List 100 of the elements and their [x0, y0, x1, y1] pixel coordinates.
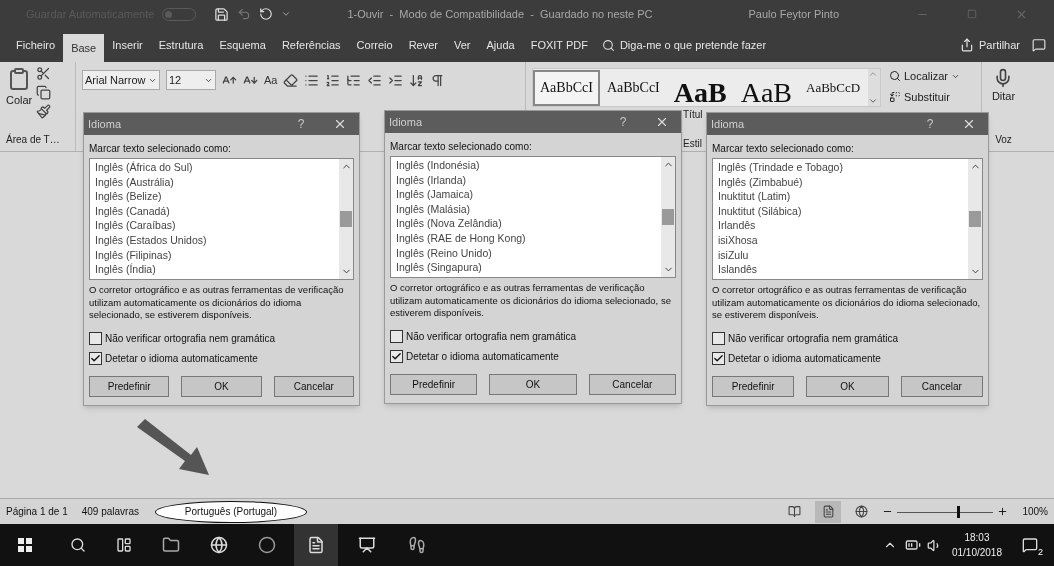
- search-icon[interactable]: [70, 537, 86, 553]
- cut-icon[interactable]: [36, 66, 52, 81]
- language-option[interactable]: Inglês (Malásia): [396, 201, 661, 217]
- language-list[interactable]: Inglês (Indonésia) Inglês (Irlanda) Inglês (Jamaica) Inglês (Malásia) Inglês (Nova Zelândia) Inglês (RAE de Hong Kong) Inglês (Reino Unido) Inglês (Singapura): [390, 156, 676, 278]
- folder-icon[interactable]: [162, 536, 180, 554]
- ribbon-tab[interactable]: Referências: [273, 31, 349, 59]
- task-view-icon[interactable]: [116, 537, 132, 553]
- ribbon-tab[interactable]: FOXIT PDF: [522, 31, 596, 59]
- format-painter-icon[interactable]: [36, 104, 52, 119]
- scroll-thumb[interactable]: [340, 211, 352, 227]
- language-option[interactable]: Inglês (Indonésia): [396, 158, 661, 173]
- language-option[interactable]: isiZulu: [718, 247, 968, 263]
- dialog-button[interactable]: Cancelar: [900, 375, 983, 397]
- checkbox[interactable]: [89, 351, 102, 365]
- language-option[interactable]: Inglês (Caraíbas): [95, 218, 339, 233]
- style-option[interactable]: AaB: [666, 69, 734, 106]
- language-option[interactable]: Irlandês: [718, 218, 968, 233]
- dialog-button[interactable]: OK: [806, 375, 889, 397]
- language-option[interactable]: Inglês (Belize): [95, 189, 339, 204]
- language-option[interactable]: Inglês (África do Sul): [95, 160, 339, 175]
- bullets-icon[interactable]: [304, 72, 320, 88]
- language-option[interactable]: Inglês (RAE de Hong Kong): [396, 230, 661, 246]
- sort-icon[interactable]: [409, 72, 425, 88]
- find-button[interactable]: Localizar: [889, 68, 981, 85]
- dialog-button[interactable]: OK: [489, 373, 577, 395]
- checkbox[interactable]: [712, 331, 725, 345]
- ribbon-tab[interactable]: Ver: [446, 31, 479, 59]
- checkbox[interactable]: [89, 331, 102, 345]
- ribbon-tab[interactable]: Ficheiro: [8, 31, 64, 59]
- checkbox[interactable]: [390, 349, 403, 363]
- language-option[interactable]: Inglês (Estados Unidos): [95, 232, 339, 248]
- language-option[interactable]: Inglês (Filipinas): [95, 247, 339, 263]
- zoom-slider[interactable]: [897, 505, 994, 518]
- style-option[interactable]: AaBbCcD: [799, 69, 868, 106]
- comments-icon[interactable]: [1032, 38, 1046, 52]
- ribbon-tab[interactable]: Base: [63, 34, 105, 62]
- clear-formatting-icon[interactable]: [283, 72, 299, 88]
- slider-thumb[interactable]: [957, 505, 961, 518]
- language-option[interactable]: Inglês (Nova Zelândia): [396, 216, 661, 231]
- close-icon[interactable]: [655, 115, 669, 129]
- dialog-button[interactable]: Cancelar: [273, 375, 354, 397]
- ribbon-tab[interactable]: Rever: [400, 31, 446, 59]
- save-icon[interactable]: [214, 6, 230, 22]
- close-icon[interactable]: [962, 117, 976, 131]
- decrease-indent-icon[interactable]: [367, 72, 383, 88]
- web-layout-icon[interactable]: [855, 505, 869, 518]
- clock[interactable]: 18:03 01/10/2018: [951, 530, 1002, 560]
- language-option[interactable]: isiXhosa: [718, 232, 968, 248]
- undo-icon[interactable]: [237, 7, 252, 21]
- dialog-button[interactable]: Cancelar: [588, 373, 676, 395]
- language-list[interactable]: Inglês (África do Sul) Inglês (Austrália) Inglês (Belize) Inglês (Canadá) Inglês (Caraíbas) Inglês (Estados Unidos) Inglês (Filipinas) Inglês (Índia): [89, 158, 354, 280]
- dictate-button[interactable]: Ditar: [991, 68, 1016, 105]
- language-option[interactable]: Inglês (Irlanda): [396, 172, 661, 188]
- language-option[interactable]: Inglês (Trindade e Tobago): [718, 160, 968, 175]
- presentation-app-icon[interactable]: [358, 536, 376, 554]
- checkbox[interactable]: [390, 329, 403, 343]
- font-dropdown[interactable]: Arial Narrow: [82, 70, 160, 90]
- language-list[interactable]: Inglês (Trindade e Tobago) Inglês (Zimbabué) Inuktitut (Latim) Inuktitut (Silábica) Irlandês isiXhosa isiZulu Islandês: [712, 158, 983, 280]
- style-option[interactable]: AaB: [733, 69, 799, 106]
- ribbon-tab[interactable]: Esquema: [211, 31, 274, 59]
- language-option[interactable]: Islandês: [718, 262, 968, 277]
- copy-icon[interactable]: [36, 85, 52, 100]
- change-case-button[interactable]: Aa: [264, 71, 278, 89]
- close-icon[interactable]: [333, 117, 347, 131]
- numbering-icon[interactable]: [325, 72, 341, 88]
- replace-button[interactable]: Substituir: [889, 88, 981, 105]
- help-button[interactable]: ?: [918, 115, 942, 133]
- scrollbar[interactable]: [339, 159, 353, 279]
- print-layout-button[interactable]: [815, 500, 842, 523]
- style-option[interactable]: AaBbCcI: [599, 69, 667, 106]
- language-option[interactable]: Inglês (Canadá): [95, 203, 339, 219]
- language-option[interactable]: Inglês (Singapura): [396, 260, 661, 275]
- redo-icon[interactable]: [259, 7, 274, 21]
- dialog-button[interactable]: OK: [181, 375, 262, 397]
- font-size-dropdown[interactable]: 12: [166, 70, 216, 90]
- increase-indent-icon[interactable]: [388, 72, 404, 88]
- read-mode-icon[interactable]: [788, 505, 802, 518]
- scroll-thumb[interactable]: [969, 211, 981, 227]
- language-option[interactable]: Inglês (Jamaica): [396, 187, 661, 202]
- dialog-button[interactable]: Predefinir: [390, 373, 478, 395]
- customize-icon[interactable]: [281, 9, 292, 19]
- language-option[interactable]: Inglês (Zimbabué): [718, 174, 968, 190]
- language-option[interactable]: Inuktitut (Latim): [718, 189, 968, 204]
- ribbon-tab[interactable]: Estrutura: [150, 31, 212, 59]
- paste-button[interactable]: Colar: [6, 66, 33, 119]
- tell-me-field[interactable]: Diga-me o que pretende fazer: [601, 31, 767, 59]
- word-app-button[interactable]: [294, 524, 338, 566]
- windows-start-icon[interactable]: [18, 538, 32, 552]
- help-button[interactable]: ?: [289, 115, 313, 133]
- scroll-thumb[interactable]: [662, 209, 674, 225]
- pilcrow-icon[interactable]: [430, 72, 446, 88]
- language-option[interactable]: Inglês (Índia): [95, 262, 339, 277]
- language-option[interactable]: Inuktitut (Silábica): [718, 203, 968, 219]
- ribbon-tab[interactable]: Ajuda: [478, 31, 523, 59]
- dialog-button[interactable]: Predefinir: [712, 375, 795, 397]
- style-option[interactable]: AaBbCcI: [533, 69, 600, 106]
- gallery-down-icon[interactable]: [868, 96, 878, 106]
- battery-icon[interactable]: [904, 537, 921, 553]
- ribbon-tab[interactable]: Correio: [348, 31, 401, 59]
- dialog-button[interactable]: Predefinir: [89, 375, 170, 397]
